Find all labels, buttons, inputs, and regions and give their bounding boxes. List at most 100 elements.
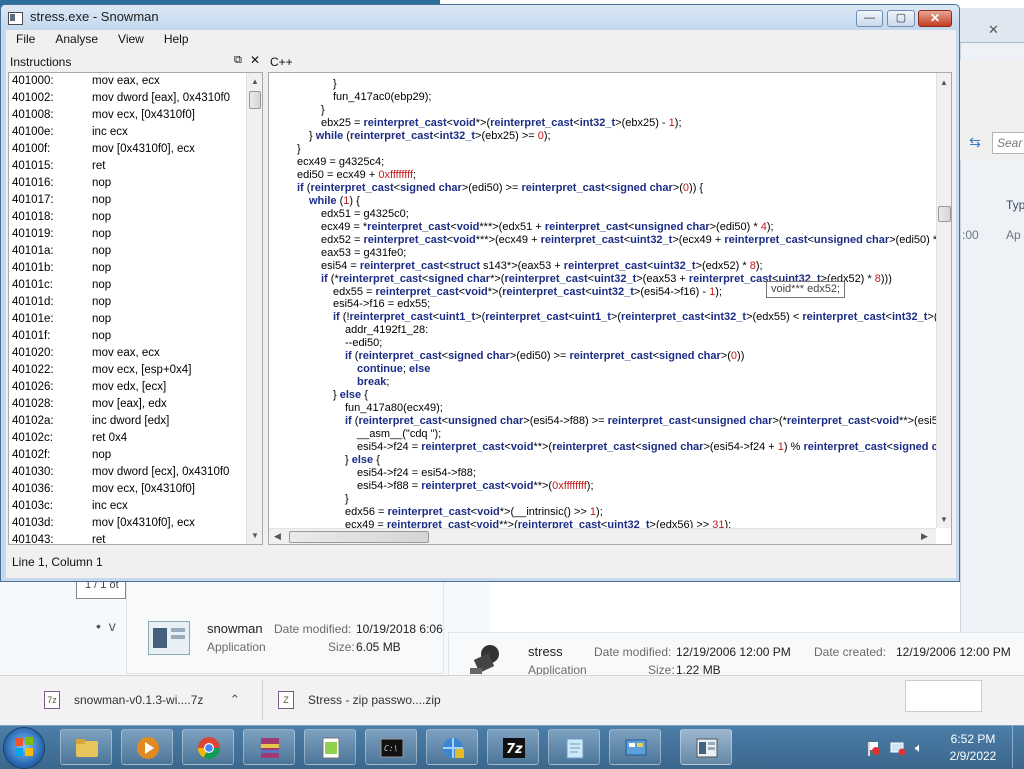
scroll-up-arrow[interactable]: ▲ [940,78,948,87]
scroll-thumb[interactable] [249,91,261,109]
code-line[interactable]: edx55 = reinterpret_cast<void*>(reinterp… [333,286,722,299]
close-button[interactable]: ✕ [918,10,952,27]
code-line[interactable]: } [321,104,325,117]
tray-flag-icon[interactable] [866,740,880,756]
chevron-up-icon[interactable]: ⌃ [229,692,240,708]
code-line[interactable]: } else { [333,389,368,402]
code-line[interactable]: addr_4192f1_28: [345,324,428,337]
menu-analyse[interactable]: Analyse [45,30,108,50]
tray-network-icon[interactable] [890,740,906,756]
close-icon[interactable]: ✕ [250,53,260,67]
menu-view[interactable]: View [108,30,154,50]
download-item-stress[interactable]: Z Stress - zip passwo....zip [278,688,441,712]
show-desktop-button[interactable] [1012,726,1024,768]
code-line[interactable]: edx56 = reinterpret_cast<void*>(__intrin… [345,506,603,519]
code-line[interactable]: esi54->f16 = edx55; [333,298,430,311]
instruction-row[interactable]: 40102c: ret 0x4 [9,430,262,447]
taskbar-control-panel[interactable] [609,729,661,765]
code-line[interactable]: --edi50; [345,337,382,350]
instruction-row[interactable]: 40102a: inc dword [edx] [9,413,262,430]
instruction-row[interactable]: 401030: mov dword [ecx], 0x4310f0 [9,464,262,481]
code-line[interactable]: eax53 = g431fe0; [321,247,406,260]
code-line[interactable]: } [333,78,337,91]
taskbar-media-player[interactable] [121,729,173,765]
scroll-left-arrow[interactable]: ◀ [274,531,281,542]
scroll-down-arrow[interactable]: ▼ [940,515,948,524]
code-line[interactable]: } [345,493,349,506]
vertical-scrollbar[interactable]: ▲ ▼ [246,73,262,544]
minimize-button[interactable]: — [856,10,883,27]
instruction-row[interactable]: 40101c: nop [9,277,262,294]
clock[interactable]: 6:52 PM 2/9/2022 [938,731,1008,765]
code-line[interactable]: ebx25 = reinterpret_cast<void*>(reinterp… [321,117,682,130]
taskbar-snowman[interactable] [680,729,732,765]
code-line[interactable]: fun_417a80(ecx49); [345,402,443,415]
code-line[interactable]: if (reinterpret_cast<signed char>(edi50)… [345,350,744,363]
code-line[interactable]: esi54->f24 = esi54->f88; [357,467,476,480]
download-item-snowman[interactable]: 7z snowman-v0.1.3-wi....7z ⌃ [44,688,240,712]
menu-help[interactable]: Help [154,30,199,50]
taskbar-explorer[interactable] [60,729,112,765]
code-line[interactable]: break; [357,376,389,389]
instruction-row[interactable]: 401020: mov eax, ecx [9,345,262,362]
instruction-list[interactable]: 401000: mov eax, ecx 401002: mov dword [eax… [8,72,263,545]
code-line[interactable]: edx51 = g4325c0; [321,208,409,221]
taskbar-cmd[interactable]: C:\ [365,729,417,765]
instruction-row[interactable]: 40102f: nop [9,447,262,464]
code-lines[interactable]: } fun_417ac0(ebp29);} ebx25 = reinterpret_… [269,73,937,528]
code-line[interactable]: esi54 = reinterpret_cast<struct s143*>(e… [321,260,763,273]
taskbar-7zip[interactable]: 7z [487,729,539,765]
instruction-row[interactable]: 401008: mov ecx, [0x4310f0] [9,107,262,124]
instruction-row[interactable]: 401022: mov ecx, [esp+0x4] [9,362,262,379]
show-all-button[interactable] [905,680,982,712]
code-line[interactable]: ecx49 = reinterpret_cast<void**>(reinter… [345,519,731,528]
code-line[interactable]: ecx49 = g4325c4; [297,156,384,169]
instruction-row[interactable]: 401026: mov edx, [ecx] [9,379,262,396]
column-header-type[interactable]: Typ [1006,198,1024,212]
instruction-row[interactable]: 401036: mov ecx, [0x4310f0] [9,481,262,498]
code-line[interactable]: __asm__("cdq "); [357,428,441,441]
code-line[interactable]: if (!reinterpret_cast<uint1_t>(reinterpr… [333,311,937,324]
maximize-button[interactable]: ▢ [887,10,915,27]
code-line[interactable]: fun_417ac0(ebp29); [333,91,431,104]
code-line[interactable]: esi54->f88 = reinterpret_cast<void**>(0x… [357,480,594,493]
instruction-row[interactable]: 401002: mov dword [eax], 0x4310f0 [9,90,262,107]
instruction-row[interactable]: 401015: ret [9,158,262,175]
code-line[interactable]: ecx49 = *reinterpret_cast<void***>(edx51… [321,221,774,234]
instruction-row[interactable]: 401028: mov [eax], edx [9,396,262,413]
scroll-down-arrow[interactable]: ▼ [251,531,259,540]
instruction-row[interactable]: 401018: nop [9,209,262,226]
code-line[interactable]: if (reinterpret_cast<unsigned char>(esi5… [345,415,937,428]
undock-icon[interactable]: ⧉ [234,54,242,67]
instruction-row[interactable]: 401019: nop [9,226,262,243]
instruction-row[interactable]: 401000: mov eax, ecx [9,73,262,90]
code-line[interactable]: edx52 = reinterpret_cast<void***>(ecx49 … [321,234,937,247]
scroll-thumb[interactable] [938,206,951,222]
code-line[interactable]: } while (reinterpret_cast<int32_t>(ebx25… [309,130,551,143]
instruction-row[interactable]: 40101f: nop [9,328,262,345]
vertical-scrollbar[interactable]: ▲ ▼ [936,73,951,528]
code-view[interactable]: } fun_417ac0(ebp29);} ebx25 = reinterpret_… [268,72,952,545]
instruction-row[interactable]: 40103d: mov [0x4310f0], ecx [9,515,262,532]
taskbar-notepad[interactable] [548,729,600,765]
code-line[interactable]: continue; else [357,363,430,376]
close-icon[interactable]: ✕ [988,22,1002,37]
code-line[interactable]: esi54->f24 = reinterpret_cast<void**>(re… [357,441,937,454]
code-line[interactable]: if (reinterpret_cast<signed char>(edi50)… [297,182,703,195]
refresh-icon[interactable]: ⇆ [964,134,986,152]
code-line[interactable]: } [297,143,301,156]
instruction-row[interactable]: 401017: nop [9,192,262,209]
background-search-input[interactable]: Sear [992,132,1024,154]
instruction-row[interactable]: 40101a: nop [9,243,262,260]
instruction-row[interactable]: 40101d: nop [9,294,262,311]
instruction-row[interactable]: 401043: ret [9,532,262,544]
instruction-row[interactable]: 40103c: inc ecx [9,498,262,515]
instruction-row[interactable]: 401016: nop [9,175,262,192]
taskbar-chrome[interactable] [182,729,234,765]
taskbar-network[interactable] [426,729,478,765]
scroll-up-arrow[interactable]: ▲ [251,77,259,86]
code-line[interactable]: } else { [345,454,380,467]
volume-icon[interactable]: 🔈︎ [915,740,923,756]
taskbar-notepadpp[interactable] [304,729,356,765]
instruction-row[interactable]: 40101b: nop [9,260,262,277]
